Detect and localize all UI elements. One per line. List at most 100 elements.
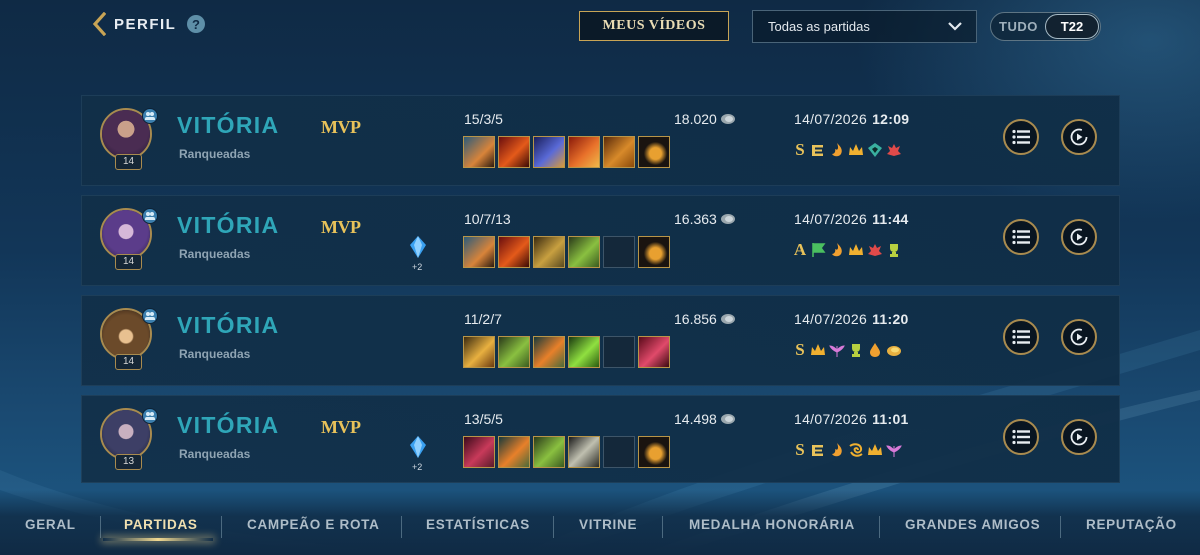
replay-button[interactable] <box>1061 219 1097 255</box>
gold-coin-icon <box>720 214 735 224</box>
grade-badge: S <box>795 340 805 359</box>
list-icon <box>1012 329 1030 345</box>
gold-trophy-icon <box>852 344 860 357</box>
match-datetime: 14/07/2026 11:44 <box>794 211 909 227</box>
match-filter-value: Todas as partidas <box>768 19 870 34</box>
chevron-left-icon <box>92 12 106 36</box>
tab-reputacao[interactable]: REPUTAÇÃO <box>1086 517 1177 532</box>
tab-medalha-honoraria[interactable]: MEDALHA HONORÁRIA <box>689 517 855 532</box>
help-icon[interactable]: ? <box>187 15 205 33</box>
dark-boots-icon[interactable] <box>638 236 670 268</box>
active-tab-indicator <box>103 538 213 541</box>
queue-type: Ranqueadas <box>179 447 251 461</box>
tab-estatisticas[interactable]: ESTATÍSTICAS <box>426 517 530 532</box>
season-toggle[interactable]: TUDO T22 <box>990 12 1101 41</box>
match-time: 11:44 <box>872 211 909 227</box>
queue-type: Ranqueadas <box>179 147 251 161</box>
details-button[interactable] <box>1003 319 1039 355</box>
flame-bow-icon[interactable] <box>568 136 600 168</box>
party-icon <box>142 308 158 324</box>
details-button[interactable] <box>1003 419 1039 455</box>
golden-talon-icon[interactable] <box>603 136 635 168</box>
flame-leaf-icon <box>832 243 842 257</box>
blue-gauntlet-icon[interactable] <box>463 136 495 168</box>
match-filter-dropdown[interactable]: Todas as partidas <box>752 10 977 43</box>
tab-vitrine[interactable]: VITRINE <box>579 517 637 532</box>
green-spear-icon[interactable] <box>533 436 565 468</box>
match-row[interactable]: 14 VITÓRIA Ranqueadas 11/2/7 16.856 14/0… <box>81 295 1120 386</box>
swirl-rune-icon <box>849 443 863 457</box>
teal-diamond-icon <box>868 143 882 157</box>
my-videos-button[interactable]: MEUS VÍDEOS <box>579 11 729 41</box>
mirror-e-icon <box>812 145 823 156</box>
pink-wings-icon <box>829 345 845 357</box>
tab-separator <box>879 516 880 538</box>
gold-earned: 16.856 <box>674 311 735 327</box>
replay-button[interactable] <box>1061 119 1097 155</box>
fire-blade-icon[interactable] <box>498 136 530 168</box>
golden-horn-icon[interactable] <box>463 336 495 368</box>
kda: 13/5/5 <box>464 411 503 427</box>
tab-geral[interactable]: GERAL <box>25 517 76 532</box>
empty-item-slot[interactable] <box>603 436 635 468</box>
champion-level: 14 <box>115 254 142 270</box>
empty-item-slot[interactable] <box>603 236 635 268</box>
performance-badges: A <box>793 240 902 260</box>
replay-button[interactable] <box>1061 319 1097 355</box>
red-flower-icon <box>868 244 882 256</box>
tab-separator <box>100 516 101 538</box>
details-button[interactable] <box>1003 219 1039 255</box>
toggle-option-selected[interactable]: T22 <box>1045 14 1099 39</box>
green-spear-icon[interactable] <box>498 336 530 368</box>
toggle-option-all[interactable]: TUDO <box>991 19 1039 34</box>
tab-partidas[interactable]: PARTIDAS <box>124 517 198 532</box>
crimson-dagger-icon[interactable] <box>463 436 495 468</box>
profile-tab-bar: GERAL PARTIDAS CAMPEÃO E ROTA ESTATÍSTIC… <box>0 505 1200 545</box>
party-icon <box>142 208 158 224</box>
crown-flame-icon <box>849 144 863 155</box>
champion-level: 14 <box>115 354 142 370</box>
chevron-down-icon <box>948 22 962 31</box>
match-datetime: 14/07/2026 12:09 <box>794 111 909 127</box>
kda: 10/7/13 <box>464 211 511 227</box>
match-result: VITÓRIA <box>177 412 280 438</box>
red-flower-icon <box>887 144 901 156</box>
silver-sword-icon[interactable] <box>568 436 600 468</box>
gold-value: 16.856 <box>674 311 717 327</box>
tab-separator <box>401 516 402 538</box>
list-icon <box>1012 429 1030 445</box>
golden-crossbow-icon[interactable] <box>533 236 565 268</box>
blue-crystal-icon <box>410 436 426 458</box>
red-claw-icon[interactable] <box>638 336 670 368</box>
purple-wand-icon[interactable] <box>533 136 565 168</box>
gold-drop-icon <box>870 343 880 357</box>
details-button[interactable] <box>1003 119 1039 155</box>
match-date: 14/07/2026 <box>794 311 868 327</box>
dark-boots-icon[interactable] <box>638 136 670 168</box>
gold-coin-icon <box>720 314 735 324</box>
back-button[interactable]: PERFIL <box>92 12 176 36</box>
match-row[interactable]: 14 VITÓRIA Ranqueadas MVP 15/3/5 18.020 … <box>81 95 1120 186</box>
grade-badge: S <box>795 140 805 159</box>
crown-flame-icon <box>811 344 825 355</box>
tab-separator <box>1060 516 1061 538</box>
orange-cannon-icon[interactable] <box>533 336 565 368</box>
tab-grandes-amigos[interactable]: GRANDES AMIGOS <box>905 517 1040 532</box>
fire-blade-icon[interactable] <box>498 236 530 268</box>
blue-gauntlet-icon[interactable] <box>463 236 495 268</box>
match-row[interactable]: 14 VITÓRIA Ranqueadas MVP +2 10/7/13 16.… <box>81 195 1120 286</box>
gold-earned: 18.020 <box>674 111 735 127</box>
tab-campeao-e-rota[interactable]: CAMPEÃO E ROTA <box>247 517 380 532</box>
green-crystal-icon[interactable] <box>568 336 600 368</box>
dark-boots-icon[interactable] <box>638 436 670 468</box>
match-row[interactable]: 13 VITÓRIA Ranqueadas MVP +2 13/5/5 14.4… <box>81 395 1120 483</box>
empty-item-slot[interactable] <box>603 336 635 368</box>
gold-value: 18.020 <box>674 111 717 127</box>
list-icon <box>1012 129 1030 145</box>
orange-cannon-icon[interactable] <box>498 436 530 468</box>
replay-button[interactable] <box>1061 419 1097 455</box>
kda: 15/3/5 <box>464 111 503 127</box>
crown-flame-icon <box>868 444 882 455</box>
mirror-e-icon <box>812 445 823 456</box>
green-spear-icon[interactable] <box>568 236 600 268</box>
